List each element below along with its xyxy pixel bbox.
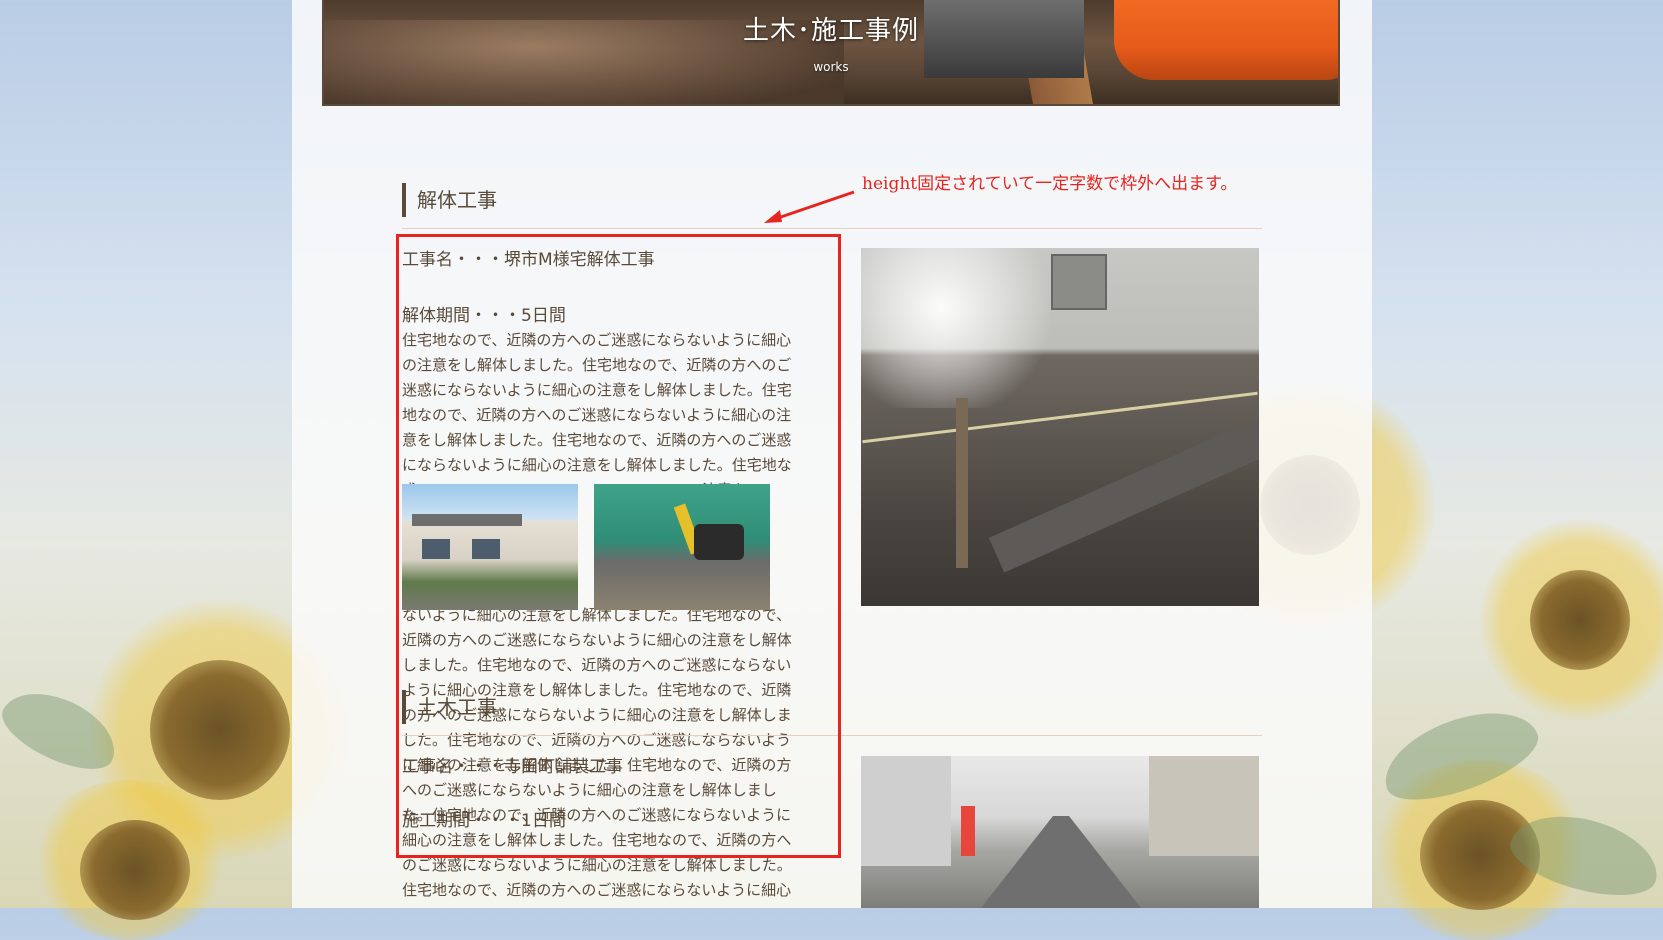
page-subtitle: works <box>813 60 849 74</box>
building-window <box>1051 254 1107 310</box>
vending-sign <box>961 806 975 856</box>
sun-glare <box>861 248 1061 408</box>
curb <box>988 391 1259 573</box>
stake-post <box>956 398 968 568</box>
overflow-highlight-box <box>396 234 841 858</box>
photo-paved-street[interactable] <box>861 756 1259 908</box>
hero-banner: 土木･施工事例 works <box>322 0 1340 106</box>
annotation-arrow-icon <box>764 190 855 223</box>
section-divider <box>402 228 1262 229</box>
section-title-demolition: 解体工事 <box>402 183 497 217</box>
building-right <box>1149 756 1259 856</box>
road <box>981 816 1141 908</box>
body-line: 住宅地なので、近隣の方へのご迷惑にならないように細心 <box>402 881 792 899</box>
page-title: 土木･施工事例 <box>742 16 919 46</box>
building-left <box>861 756 951 866</box>
photo-cleared-lot[interactable] <box>861 248 1259 606</box>
annotation-note: height固定されていて一定字数で枠外へ出ます。 <box>862 174 1238 194</box>
